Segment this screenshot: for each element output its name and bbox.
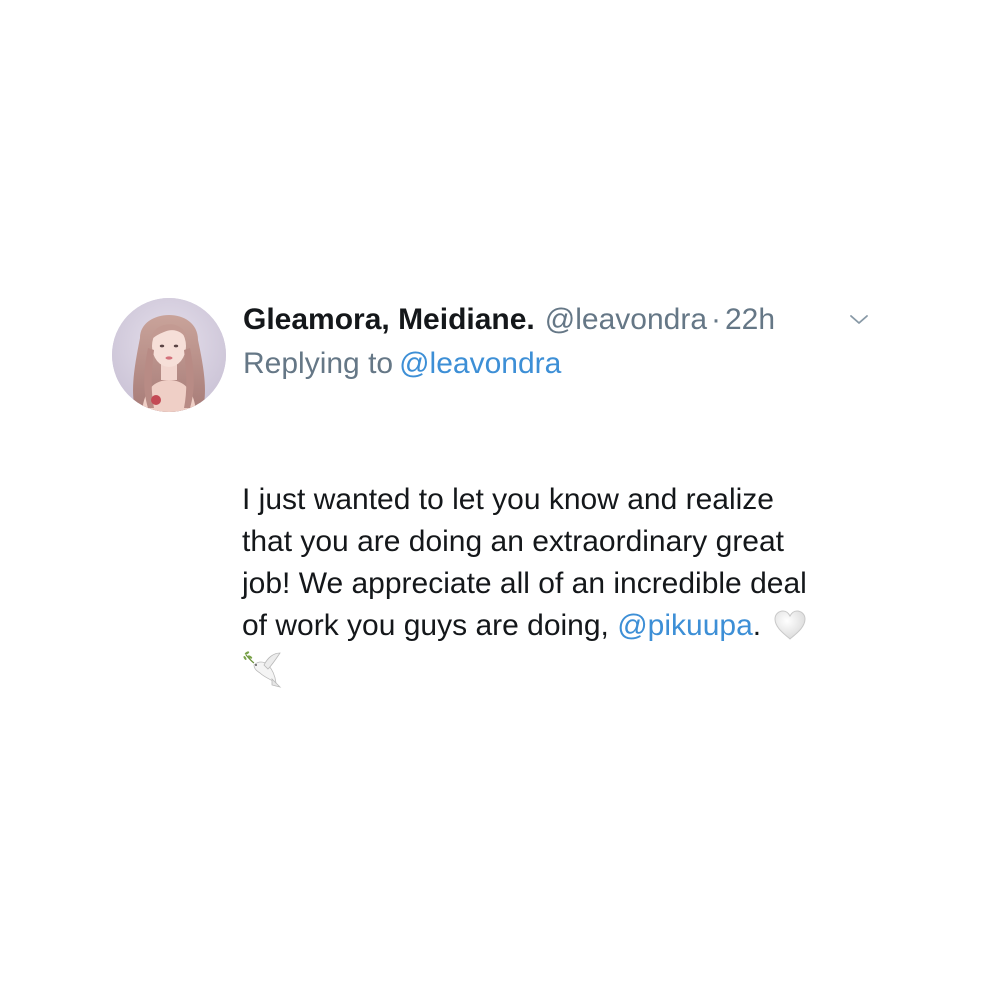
author-handle[interactable]: @leavondra <box>545 300 707 340</box>
tweet-body: I just wanted to let you know and realiz… <box>242 479 882 689</box>
avatar-image <box>112 298 226 412</box>
tweet-text-line: of work you guys are doing, @pikuupa. <box>242 605 882 647</box>
chevron-down-icon[interactable] <box>847 308 871 332</box>
white-heart-icon <box>774 610 806 640</box>
dove-icon <box>243 651 282 688</box>
tweet-text-line: job! We appreciate all of an incredible … <box>242 567 807 600</box>
tweet-text: . <box>752 609 762 642</box>
avatar[interactable] <box>112 298 226 412</box>
tweet-text-line: I just wanted to let you know and realiz… <box>242 483 774 516</box>
mention-link[interactable]: @pikuupa <box>617 609 753 642</box>
tweet-text: of work you guys are doing, <box>242 609 618 642</box>
replying-to-handle[interactable]: @leavondra <box>399 347 561 380</box>
timestamp[interactable]: 22h <box>725 300 775 340</box>
page: Gleamora, Meidiane. @leavondra · 22h Rep… <box>0 0 1000 1000</box>
display-name[interactable]: Gleamora, Meidiane. <box>243 300 535 340</box>
replying-to: Replying to @leavondra <box>243 344 561 384</box>
tweet-text-line: that you are doing an extraordinary grea… <box>242 525 785 558</box>
replying-to-label: Replying to <box>243 347 394 380</box>
separator-dot: · <box>711 303 721 336</box>
tweet-header: Gleamora, Meidiane. @leavondra · 22h <box>243 298 883 342</box>
